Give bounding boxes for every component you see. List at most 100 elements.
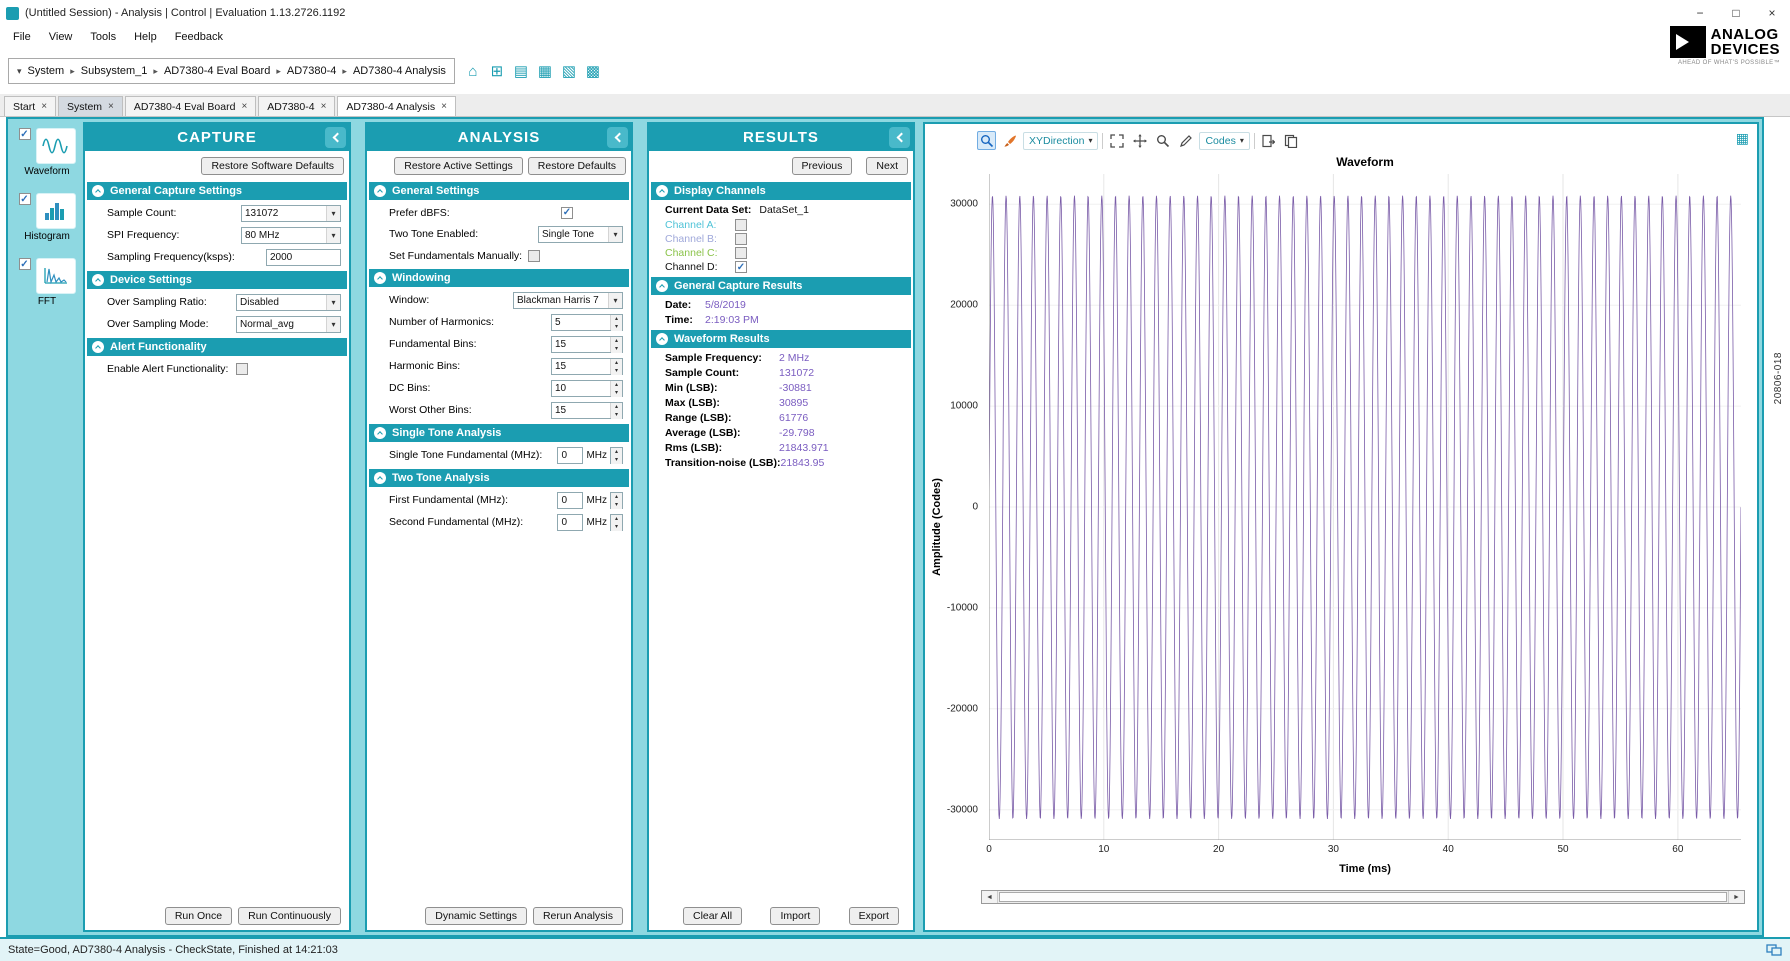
single-tone-fundamental-input[interactable]: 0 <box>557 447 583 464</box>
register-map-icon[interactable]: ▩ <box>583 61 603 81</box>
run-continuously-button[interactable]: Run Continuously <box>238 907 341 925</box>
set-fundamentals-checkbox[interactable] <box>528 250 540 262</box>
menu-feedback[interactable]: Feedback <box>166 28 232 46</box>
spin-up-icon[interactable]: ▴ <box>611 337 622 345</box>
menu-help[interactable]: Help <box>125 28 166 46</box>
tab-analysis[interactable]: AD7380-4 Analysis× <box>337 96 456 116</box>
maximize-button[interactable]: □ <box>1718 0 1754 26</box>
window-dropdown[interactable]: Blackman Harris 7▾ <box>513 292 623 309</box>
close-icon[interactable]: × <box>321 101 327 112</box>
over-sampling-ratio-dropdown[interactable]: Disabled▾ <box>236 294 341 311</box>
collapse-section-icon[interactable] <box>374 185 386 197</box>
windowing-header[interactable]: Windowing <box>369 269 629 287</box>
chevron-down-icon[interactable]: ▾ <box>608 293 622 308</box>
scroll-left-icon[interactable]: ◄ <box>982 891 997 903</box>
brush-icon[interactable] <box>1000 131 1019 150</box>
first-fundamental-spinner[interactable]: ▴▾ <box>610 492 623 509</box>
collapse-section-icon[interactable] <box>656 333 668 345</box>
fit-view-icon[interactable] <box>1107 131 1126 150</box>
breadcrumb-system[interactable]: System <box>28 65 65 77</box>
collapse-section-icon[interactable] <box>92 274 104 286</box>
waveform-results-header[interactable]: Waveform Results <box>651 330 911 348</box>
histogram-icon[interactable] <box>36 193 76 229</box>
rerun-analysis-button[interactable]: Rerun Analysis <box>533 907 623 925</box>
restore-software-defaults-button[interactable]: Restore Software Defaults <box>201 157 344 175</box>
next-button[interactable]: Next <box>866 157 908 175</box>
display-channels-header[interactable]: Display Channels <box>651 182 911 200</box>
collapse-capture-panel-button[interactable] <box>325 127 346 148</box>
plugin-icon[interactable]: ⊞ <box>487 61 507 81</box>
collapse-results-panel-button[interactable] <box>889 127 910 148</box>
single-tone-spinner[interactable]: ▴▾ <box>610 447 623 464</box>
close-icon[interactable]: × <box>108 101 114 112</box>
zoom-select-icon[interactable] <box>977 131 996 150</box>
collapse-section-icon[interactable] <box>374 272 386 284</box>
channel-b-checkbox[interactable] <box>735 233 747 245</box>
single-tone-analysis-header[interactable]: Single Tone Analysis <box>369 424 629 442</box>
sampling-frequency-input[interactable]: 2000 <box>266 249 341 266</box>
two-tone-analysis-header[interactable]: Two Tone Analysis <box>369 469 629 487</box>
waveform-icon[interactable] <box>36 128 76 164</box>
collapse-section-icon[interactable] <box>374 427 386 439</box>
spin-up-icon[interactable]: ▴ <box>611 493 622 501</box>
harmonic-bins-spinner[interactable]: 15▴▾ <box>551 358 623 375</box>
enable-alert-checkbox[interactable] <box>236 363 248 375</box>
breadcrumb-analysis[interactable]: AD7380-4 Analysis <box>353 65 446 77</box>
codes-dropdown[interactable]: Codes▾ <box>1199 132 1249 150</box>
board-view-icon[interactable]: ▦ <box>535 61 555 81</box>
tab-eval-board[interactable]: AD7380-4 Eval Board× <box>125 96 256 116</box>
restore-defaults-button[interactable]: Restore Defaults <box>528 157 626 175</box>
restore-active-settings-button[interactable]: Restore Active Settings <box>394 157 523 175</box>
close-icon[interactable]: × <box>241 101 247 112</box>
spi-frequency-dropdown[interactable]: 80 MHz▾ <box>241 227 341 244</box>
collapse-section-icon[interactable] <box>92 341 104 353</box>
spin-up-icon[interactable]: ▴ <box>611 515 622 523</box>
histogram-checkbox[interactable] <box>19 193 31 205</box>
spin-down-icon[interactable]: ▾ <box>611 523 622 531</box>
fft-icon[interactable] <box>36 258 76 294</box>
close-button[interactable]: × <box>1754 0 1790 26</box>
first-fundamental-input[interactable]: 0 <box>557 492 583 509</box>
export-button[interactable]: Export <box>849 907 899 925</box>
general-capture-results-header[interactable]: General Capture Results <box>651 277 911 295</box>
chevron-down-icon[interactable]: ▾ <box>326 228 340 243</box>
sidebar-item-fft[interactable]: FFT <box>19 258 76 307</box>
alert-functionality-header[interactable]: Alert Functionality <box>87 338 347 356</box>
import-button[interactable]: Import <box>770 907 820 925</box>
spin-down-icon[interactable]: ▾ <box>611 367 622 375</box>
chart-horizontal-scrollbar[interactable]: ◄ ► <box>981 890 1745 904</box>
spin-up-icon[interactable]: ▴ <box>611 381 622 389</box>
notes-icon[interactable]: ▤ <box>511 61 531 81</box>
session-status-icon[interactable] <box>1766 944 1782 957</box>
spin-down-icon[interactable]: ▾ <box>611 411 622 419</box>
chevron-down-icon[interactable]: ▾ <box>326 206 340 221</box>
minimize-button[interactable]: − <box>1682 0 1718 26</box>
collapse-section-icon[interactable] <box>92 185 104 197</box>
close-icon[interactable]: × <box>441 101 447 112</box>
pan-icon[interactable] <box>1130 131 1149 150</box>
waveform-plot[interactable] <box>989 174 1741 840</box>
scrollbar-track[interactable] <box>997 891 1729 903</box>
sample-count-dropdown[interactable]: 131072▾ <box>241 205 341 222</box>
spin-up-icon[interactable]: ▴ <box>611 403 622 411</box>
chevron-down-icon[interactable]: ▾ <box>326 317 340 332</box>
menu-tools[interactable]: Tools <box>81 28 125 46</box>
annotate-pencil-icon[interactable] <box>1176 131 1195 150</box>
general-capture-settings-header[interactable]: General Capture Settings <box>87 182 347 200</box>
chevron-down-icon[interactable]: ▾ <box>608 227 622 242</box>
clear-all-button[interactable]: Clear All <box>683 907 742 925</box>
spin-down-icon[interactable]: ▾ <box>611 456 622 464</box>
sidebar-item-histogram[interactable]: Histogram <box>19 193 76 242</box>
chevron-down-icon[interactable]: ▾ <box>326 295 340 310</box>
prefer-dbfs-checkbox[interactable] <box>561 207 573 219</box>
chevron-down-icon[interactable]: ▾ <box>17 66 22 77</box>
previous-button[interactable]: Previous <box>792 157 853 175</box>
spin-down-icon[interactable]: ▾ <box>611 389 622 397</box>
waveform-checkbox[interactable] <box>19 128 31 140</box>
two-tone-enabled-dropdown[interactable]: Single Tone▾ <box>538 226 623 243</box>
breadcrumb-subsystem[interactable]: Subsystem_1 <box>81 65 148 77</box>
spin-up-icon[interactable]: ▴ <box>611 315 622 323</box>
spin-down-icon[interactable]: ▾ <box>611 501 622 509</box>
spin-down-icon[interactable]: ▾ <box>611 345 622 353</box>
xy-direction-dropdown[interactable]: XYDirection▾ <box>1023 132 1098 150</box>
